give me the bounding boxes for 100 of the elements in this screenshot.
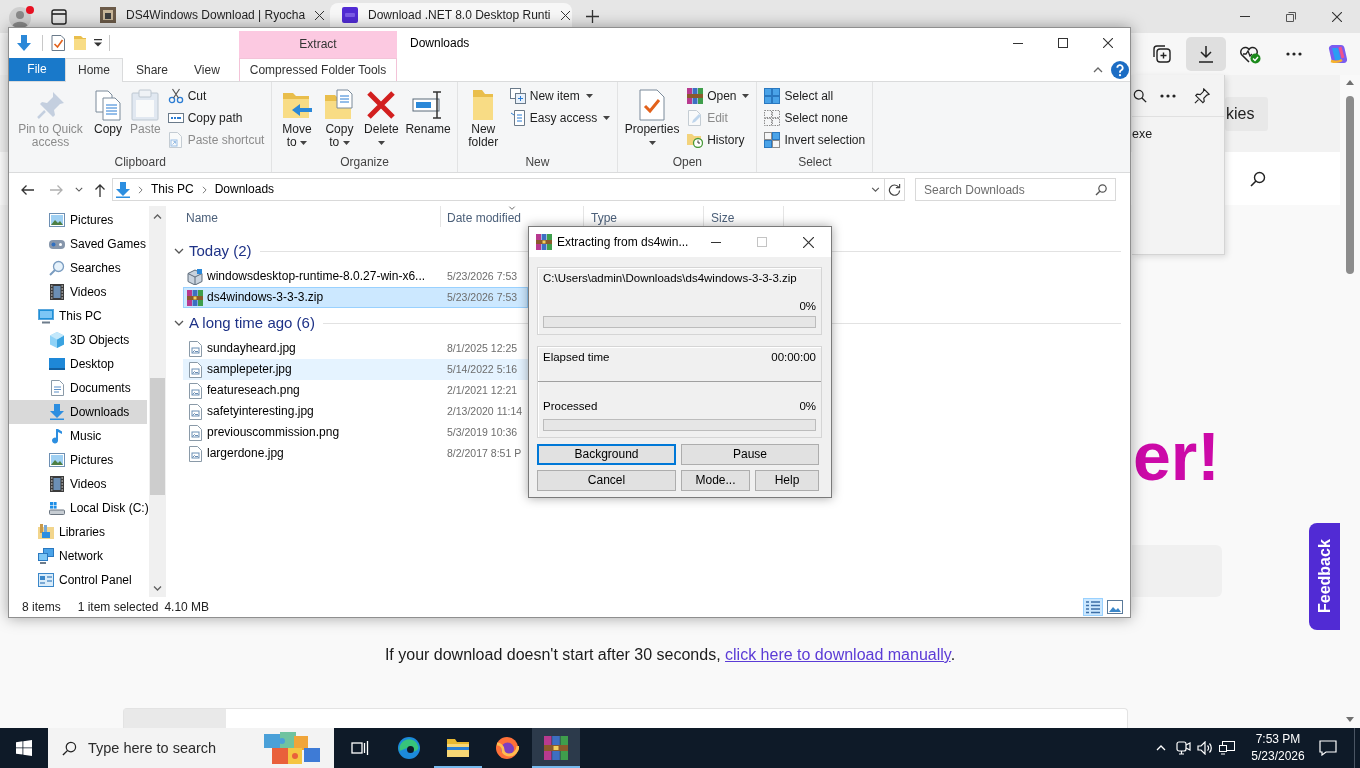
ribbon-button[interactable]: History [684,129,753,151]
breadcrumb-segment[interactable]: This PC [151,182,194,197]
breadcrumb-segment[interactable]: Downloads [214,182,275,197]
clock-time[interactable]: 7:53 PM [1255,731,1301,748]
scrollbar-thumb[interactable] [124,709,226,728]
refresh-button[interactable] [885,178,905,201]
minimize-icon[interactable] [711,241,721,243]
ribbon-button[interactable]: Properties [622,85,683,155]
ribbon-button[interactable]: Invert selection [761,129,869,151]
chevron-right-icon[interactable] [138,185,143,194]
nav-item[interactable]: Documents [9,376,147,400]
chevron-down-icon[interactable] [75,187,83,192]
notification-icon[interactable] [1319,740,1337,756]
scrollbar-thumb[interactable] [1346,96,1354,274]
dialog-button[interactable]: Cancel [537,470,676,491]
nav-item[interactable]: Searches [9,256,147,280]
manual-download-link[interactable]: click here to download manually [725,646,951,663]
nav-item[interactable]: Downloads [9,400,147,424]
nav-item[interactable]: Saved Games [9,232,147,256]
file-row[interactable]: windowsdesktop-runtime-8.0.27-win-x6... 5/23/2026 7:53 [183,266,528,287]
file-row[interactable]: ds4windows-3-3-3.zip 5/23/2026 7:53 [183,287,528,308]
close-icon[interactable] [1332,11,1342,22]
nav-item[interactable]: Desktop [9,352,147,376]
chevron-right-icon[interactable] [201,185,207,194]
ribbon-tab[interactable]: Home [65,58,123,82]
ribbon-button[interactable]: Open [684,85,753,107]
nav-item[interactable]: Libraries [9,520,147,544]
ribbon-button[interactable]: Easy access [506,107,614,129]
clock-date[interactable]: 5/23/2026 [1251,748,1305,765]
nav-item[interactable]: Music [9,424,147,448]
ribbon-tab[interactable]: View [181,58,233,81]
search-icon[interactable] [1250,170,1266,187]
search-icon[interactable] [1133,88,1147,103]
dialog-button[interactable]: Background [537,444,676,465]
maximize-icon[interactable] [1057,38,1068,48]
minimize-icon[interactable] [1012,42,1023,44]
nav-item[interactable]: Local Disk (C:) [9,496,147,520]
download-item-name[interactable]: exe [1132,127,1153,141]
group-header[interactable]: Today (2) [171,242,252,260]
caret-icon[interactable] [94,39,102,47]
dialog-button[interactable]: Help [755,470,819,491]
ribbon-button[interactable]: Delete [361,85,402,155]
speaker-icon[interactable] [1197,741,1213,755]
column-header[interactable]: Name [171,206,441,227]
page-button[interactable]: kies [1225,97,1268,131]
plus-icon[interactable] [586,10,599,23]
dialog-button[interactable]: Pause [681,444,819,465]
ribbon-tab[interactable]: File [9,58,65,81]
nav-item[interactable]: Control Panel [9,568,147,592]
close-icon[interactable] [802,236,814,248]
close-icon[interactable] [1102,38,1113,48]
ribbon-button[interactable]: Copy to [319,85,360,155]
download-arrow-icon[interactable] [17,35,31,51]
scrollbar-thumb[interactable] [150,378,165,495]
nav-item[interactable]: Videos [9,472,147,496]
file-row[interactable]: featureseach.png 2/1/2021 12:21 [183,380,528,401]
close-icon[interactable] [315,10,325,20]
ribbon-button[interactable]: Cut [164,85,268,107]
nav-item[interactable]: This PC [9,304,147,328]
network-icon[interactable] [1219,741,1235,755]
ribbon-button[interactable]: Copy [90,85,126,155]
browser-tab[interactable]: Download .NET 8.0 Desktop Runti [330,3,572,27]
nav-item[interactable]: Pictures [9,208,147,232]
pin-icon[interactable] [1194,87,1210,104]
close-icon[interactable] [560,10,570,20]
file-row[interactable]: previouscommission.png 5/3/2019 10:36 [183,422,528,443]
file-row[interactable]: safetyinteresting.jpg 2/13/2020 11:14 [183,401,528,422]
chevron-down-icon[interactable] [871,187,880,192]
file-row[interactable]: sundayheard.jpg 8/1/2025 12:25 [183,338,528,359]
ribbon-button[interactable]: Move to [276,85,318,155]
taskbar-app-button[interactable] [532,728,580,768]
address-bar[interactable]: This PC Downloads [112,178,885,201]
up-arrow-icon[interactable] [94,182,106,197]
window-icon[interactable] [51,8,67,25]
more-icon[interactable] [1160,93,1176,98]
ribbon-button[interactable]: Select none [761,107,869,129]
ribbon-button[interactable]: Select all [761,85,869,107]
nav-item[interactable]: Network [9,544,147,568]
help-icon[interactable] [1111,60,1129,79]
ribbon-button[interactable]: Copy path [164,107,268,129]
search-field[interactable]: Search Downloads [915,178,1116,201]
nav-item[interactable]: Pictures [9,448,147,472]
group-header[interactable]: A long time ago (6) [171,314,315,332]
scrollbar[interactable] [149,206,166,597]
feedback-button[interactable]: Feedback [1309,523,1340,630]
ribbon-button[interactable]: Rename [403,85,453,155]
restore-icon[interactable] [1286,11,1296,22]
ribbon-button[interactable]: New item [506,85,614,107]
view-button[interactable] [1105,598,1125,616]
ribbon-button[interactable]: New folder [461,85,505,155]
dialog-button[interactable]: Mode... [681,470,750,491]
nav-item[interactable]: 3D Objects [9,328,147,352]
camera-icon[interactable] [1175,741,1191,755]
avatar-icon[interactable] [9,4,35,29]
toolbar-button[interactable] [1186,37,1226,71]
view-button[interactable] [1083,598,1103,616]
back-icon[interactable] [20,183,34,196]
ribbon-tab[interactable]: Share [123,58,182,81]
browser-tab[interactable]: DS4Windows Download | Ryocha [88,3,326,27]
file-row[interactable]: largerdone.jpg 8/2/2017 8:51 P [183,443,528,464]
